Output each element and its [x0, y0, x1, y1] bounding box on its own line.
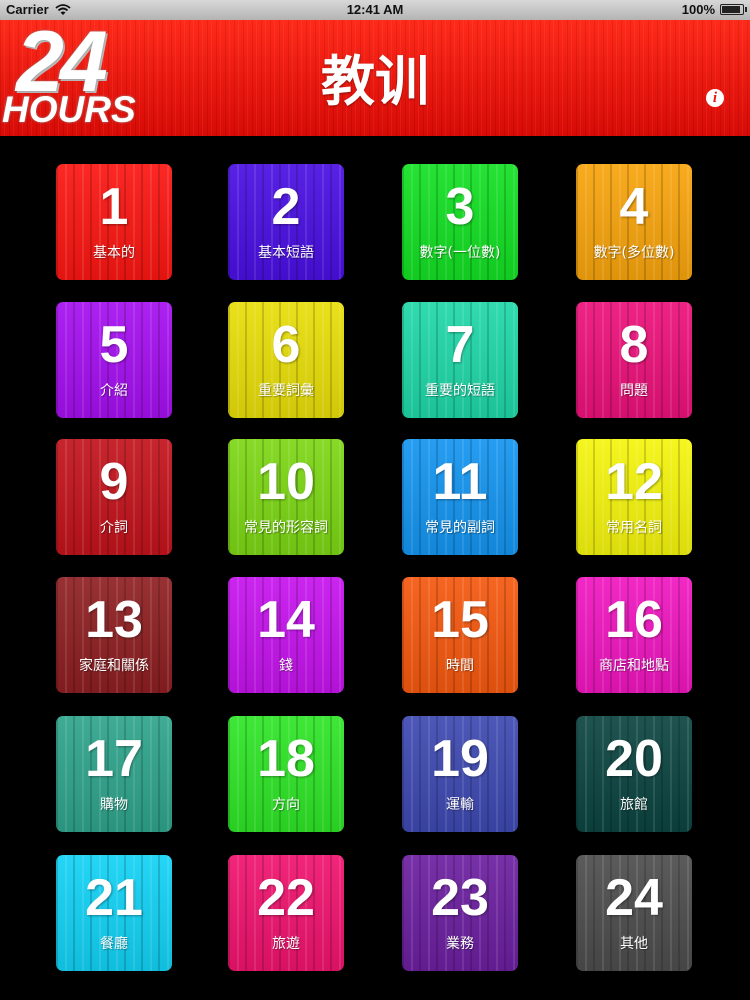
- lesson-label: 方向: [272, 797, 300, 813]
- lesson-label: 基本的: [93, 245, 135, 261]
- lesson-tile-12[interactable]: 12 常用名詞: [576, 439, 692, 555]
- lesson-number: 16: [605, 591, 663, 649]
- lesson-number: 9: [99, 453, 129, 511]
- lesson-label: 家庭和關係: [79, 658, 149, 674]
- lesson-grid: 1 基本的 2 基本短語 3 數字(一位數) 4 數字(多位數) 5 介紹 6 重要詞彙 7 重要的短語 8…: [0, 136, 750, 1000]
- lesson-label: 業務: [446, 936, 474, 952]
- lesson-label: 數字(多位數): [593, 245, 675, 261]
- lesson-number: 5: [99, 316, 129, 374]
- lesson-number: 24: [605, 869, 663, 927]
- lesson-tile-19[interactable]: 19 運輸: [402, 716, 518, 832]
- lesson-label: 重要詞彙: [258, 383, 314, 399]
- lesson-label: 旅館: [620, 797, 648, 813]
- lesson-label: 常見的形容詞: [244, 520, 328, 536]
- status-time: 12:41 AM: [346, 2, 404, 17]
- header-bar: 24 HOURS 教训 i: [0, 19, 750, 136]
- lesson-label: 運輸: [446, 797, 474, 813]
- lesson-tile-17[interactable]: 17 購物: [56, 716, 172, 832]
- lesson-label: 數字(一位數): [419, 245, 501, 261]
- lesson-label: 重要的短語: [425, 383, 495, 399]
- lesson-label: 常用名詞: [606, 520, 662, 536]
- lesson-label: 基本短語: [258, 245, 314, 261]
- lesson-tile-3[interactable]: 3 數字(一位數): [402, 164, 518, 280]
- status-bar: Carrier 12:41 AM 100%: [0, 0, 750, 20]
- lesson-number: 6: [271, 316, 301, 374]
- lesson-tile-9[interactable]: 9 介詞: [56, 439, 172, 555]
- lesson-number: 11: [432, 453, 488, 511]
- lesson-number: 12: [605, 453, 663, 511]
- lesson-tile-23[interactable]: 23 業務: [402, 855, 518, 971]
- lesson-tile-11[interactable]: 11 常見的副詞: [402, 439, 518, 555]
- lesson-tile-18[interactable]: 18 方向: [228, 716, 344, 832]
- lesson-number: 8: [619, 316, 649, 374]
- lesson-label: 餐廳: [100, 936, 128, 952]
- status-right: 100%: [681, 2, 747, 17]
- lesson-number: 2: [271, 178, 301, 236]
- lesson-number: 23: [431, 869, 489, 927]
- lesson-number: 7: [445, 316, 475, 374]
- lesson-label: 介詞: [100, 520, 128, 536]
- lesson-tile-20[interactable]: 20 旅館: [576, 716, 692, 832]
- lesson-tile-22[interactable]: 22 旅遊: [228, 855, 344, 971]
- lesson-number: 14: [257, 591, 315, 649]
- lesson-tile-24[interactable]: 24 其他: [576, 855, 692, 971]
- info-icon[interactable]: i: [706, 89, 724, 107]
- battery-level: [722, 6, 740, 13]
- lesson-label: 購物: [100, 797, 128, 813]
- lesson-tile-14[interactable]: 14 錢: [228, 577, 344, 693]
- lesson-number: 1: [99, 178, 129, 236]
- lesson-label: 其他: [620, 936, 648, 952]
- lesson-number: 10: [257, 453, 315, 511]
- lesson-number: 22: [257, 869, 315, 927]
- lesson-label: 常見的副詞: [425, 520, 495, 536]
- lesson-number: 3: [445, 178, 475, 236]
- lesson-number: 15: [431, 591, 489, 649]
- lesson-tile-13[interactable]: 13 家庭和關係: [56, 577, 172, 693]
- lesson-tile-8[interactable]: 8 問題: [576, 302, 692, 418]
- lesson-number: 13: [85, 591, 143, 649]
- lesson-tile-1[interactable]: 1 基本的: [56, 164, 172, 280]
- lesson-number: 19: [431, 730, 489, 788]
- lesson-label: 時間: [446, 658, 474, 674]
- lesson-tile-16[interactable]: 16 商店和地點: [576, 577, 692, 693]
- lesson-number: 20: [605, 730, 663, 788]
- lesson-label: 錢: [279, 658, 293, 674]
- lesson-tile-10[interactable]: 10 常見的形容詞: [228, 439, 344, 555]
- lesson-label: 問題: [620, 383, 648, 399]
- lesson-number: 17: [85, 730, 143, 788]
- lesson-tile-6[interactable]: 6 重要詞彙: [228, 302, 344, 418]
- lesson-tile-7[interactable]: 7 重要的短語: [402, 302, 518, 418]
- lesson-number: 4: [619, 178, 649, 236]
- lesson-number: 18: [257, 730, 315, 788]
- lesson-tile-5[interactable]: 5 介紹: [56, 302, 172, 418]
- page-title: 教训: [321, 50, 429, 113]
- lesson-tile-15[interactable]: 15 時間: [402, 577, 518, 693]
- lesson-label: 介紹: [100, 383, 128, 399]
- lesson-number: 21: [85, 869, 143, 927]
- lesson-tile-2[interactable]: 2 基本短語: [228, 164, 344, 280]
- lesson-label: 旅遊: [272, 936, 300, 952]
- lesson-label: 商店和地點: [599, 658, 669, 674]
- lesson-tile-21[interactable]: 21 餐廳: [56, 855, 172, 971]
- battery-percent: 100%: [681, 2, 715, 17]
- battery-icon: [720, 4, 747, 15]
- lesson-tile-4[interactable]: 4 數字(多位數): [576, 164, 692, 280]
